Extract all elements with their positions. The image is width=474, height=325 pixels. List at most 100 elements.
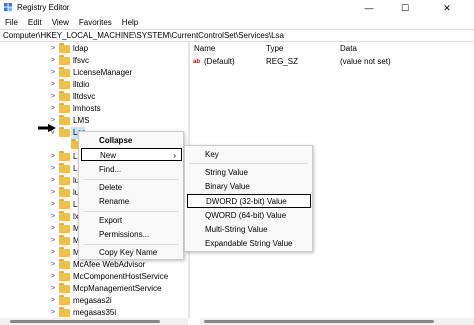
submenu-item-expandable-string-value[interactable]: Expandable String Value (185, 237, 312, 251)
folder-icon (59, 163, 70, 173)
tree-item[interactable]: > ldap (0, 43, 188, 55)
scroll-thumb[interactable] (204, 320, 434, 323)
submenu-item-binary-value[interactable]: Binary Value (185, 180, 312, 194)
folder-icon (59, 223, 70, 233)
menu-bar: File Edit View Favorites Help (0, 16, 474, 29)
folder-icon (59, 187, 70, 197)
folder-icon (59, 55, 70, 65)
address-bar[interactable]: Computer\HKEY_LOCAL_MACHINE\SYSTEM\Curre… (0, 29, 474, 42)
tree-item[interactable]: > McAfee WebAdvisor (0, 259, 188, 271)
menu-item-rename[interactable]: Rename (79, 195, 183, 208)
chevron-right-icon[interactable]: > (51, 105, 55, 112)
context-menu: Collapse New › Find... Delete Rename Exp… (78, 131, 184, 260)
window-title: Registry Editor (17, 3, 70, 12)
minimize-button[interactable]: — (354, 0, 384, 16)
submenu-item-qword-value[interactable]: QWORD (64-bit) Value (185, 209, 312, 223)
tree-item[interactable]: > megasas35i (0, 307, 188, 318)
value-type: REG_SZ (266, 57, 299, 66)
column-header-data[interactable]: Data (340, 44, 357, 53)
submenu-item-string-value[interactable]: String Value (185, 166, 312, 180)
menu-item-new[interactable]: New › (81, 148, 182, 161)
title-bar: Registry Editor — ☐ ✕ (0, 0, 474, 16)
folder-icon (59, 127, 70, 137)
chevron-right-icon[interactable]: > (51, 225, 55, 232)
menu-help[interactable]: Help (117, 16, 143, 29)
minimize-icon: — (364, 3, 374, 13)
tree-item[interactable]: > lltdio (0, 79, 188, 91)
value-row[interactable]: ab (Default) REG_SZ (value not set) (190, 56, 474, 68)
tree-item[interactable]: > lfsvc (0, 55, 188, 67)
chevron-right-icon[interactable]: > (51, 297, 55, 304)
value-name: (Default) (204, 57, 235, 66)
chevron-right-icon[interactable]: > (51, 189, 55, 196)
chevron-right-icon: › (173, 151, 176, 160)
menu-item-permissions[interactable]: Permissions... (79, 228, 183, 241)
chevron-right-icon[interactable]: > (51, 45, 55, 52)
chevron-right-icon[interactable]: > (51, 81, 55, 88)
folder-icon (59, 211, 70, 221)
menu-separator (189, 163, 308, 164)
list-scrollbar[interactable] (200, 318, 474, 325)
submenu-item-multi-string-value[interactable]: Multi-String Value (185, 223, 312, 237)
tree-item[interactable]: > McComponentHostService (0, 271, 188, 283)
menu-separator (83, 179, 179, 180)
menu-item-delete[interactable]: Delete (79, 181, 183, 194)
submenu-item-key[interactable]: Key (185, 148, 312, 162)
folder-icon (59, 259, 70, 269)
folder-icon (59, 283, 70, 293)
folder-icon (59, 115, 70, 125)
chevron-right-icon[interactable]: > (51, 69, 55, 76)
folder-icon (59, 67, 70, 77)
tree-item[interactable]: > megasas2i (0, 295, 188, 307)
string-value-icon: ab (193, 59, 201, 65)
menu-favorites[interactable]: Favorites (74, 16, 117, 29)
menu-edit[interactable]: Edit (23, 16, 47, 29)
folder-icon (59, 295, 70, 305)
chevron-right-icon[interactable]: > (51, 153, 55, 160)
chevron-right-icon[interactable]: > (51, 237, 55, 244)
chevron-right-icon[interactable]: > (51, 309, 55, 316)
chevron-right-icon[interactable]: > (51, 177, 55, 184)
tree-scrollbar[interactable] (0, 318, 188, 325)
pointer-arrow-icon (38, 124, 56, 132)
chevron-right-icon[interactable]: > (51, 117, 55, 124)
folder-icon (59, 43, 70, 53)
chevron-right-icon[interactable]: > (51, 261, 55, 268)
menu-item-find[interactable]: Find... (79, 163, 183, 176)
value-data: (value not set) (340, 57, 391, 66)
submenu-item-dword-value[interactable]: DWORD (32-bit) Value (187, 194, 311, 208)
chevron-right-icon[interactable]: > (51, 249, 55, 256)
tree-item[interactable]: > McpManagementService (0, 283, 188, 295)
chevron-right-icon[interactable]: > (51, 285, 55, 292)
chevron-right-icon[interactable]: > (51, 57, 55, 64)
folder-icon (59, 271, 70, 281)
menu-item-export[interactable]: Export (79, 214, 183, 227)
menu-file[interactable]: File (0, 16, 23, 29)
chevron-right-icon[interactable]: > (51, 201, 55, 208)
menu-view[interactable]: View (47, 16, 74, 29)
folder-icon (59, 103, 70, 113)
folder-icon (59, 307, 70, 317)
chevron-right-icon[interactable]: > (51, 93, 55, 100)
tree-item[interactable]: > lltdsvc (0, 91, 188, 103)
close-icon: ✕ (443, 2, 451, 13)
registry-editor-icon (4, 3, 13, 12)
tree-item[interactable]: > LMS (0, 115, 188, 127)
chevron-right-icon[interactable]: > (51, 213, 55, 220)
folder-icon (59, 175, 70, 185)
column-header-type[interactable]: Type (266, 44, 283, 53)
chevron-right-icon[interactable]: > (51, 273, 55, 280)
scroll-thumb[interactable] (10, 320, 160, 323)
menu-item-collapse[interactable]: Collapse (79, 134, 183, 147)
tree-item[interactable]: > LicenseManager (0, 67, 188, 79)
folder-icon (59, 247, 70, 257)
menu-item-copy-key-name[interactable]: Copy Key Name (79, 246, 183, 259)
maximize-icon: ☐ (400, 2, 410, 13)
new-submenu: Key String Value Binary Value DWORD (32-… (184, 145, 313, 252)
column-header-name[interactable]: Name (194, 44, 215, 53)
close-button[interactable]: ✕ (432, 0, 462, 16)
tree-item[interactable]: > lmhosts (0, 103, 188, 115)
maximize-button[interactable]: ☐ (390, 0, 420, 16)
menu-item-new-label: New (100, 151, 117, 160)
chevron-right-icon[interactable]: > (51, 165, 55, 172)
